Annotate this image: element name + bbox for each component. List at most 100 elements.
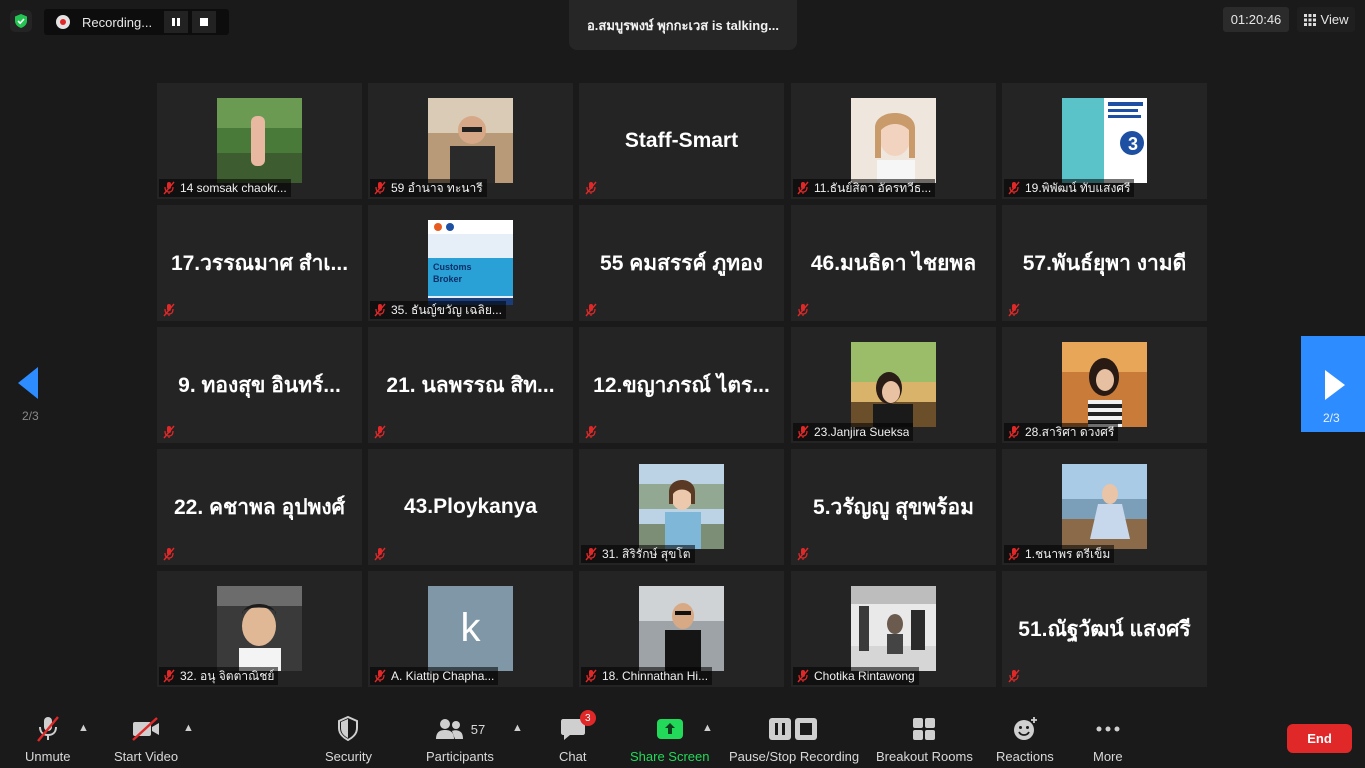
participant-tile[interactable]: 21. นลพรรณ สิท... [368,327,573,443]
participant-tile[interactable]: 9. ทองสุข อินทร์... [157,327,362,443]
participant-display-name: 46.มนธิดา ไชยพล [810,251,977,275]
participant-tile[interactable]: 55 คมสรรค์ ภูทอง [579,205,784,321]
muted-mic-icon [797,669,809,683]
muted-mic-icon [585,669,597,683]
share-options-caret-icon[interactable]: ▲ [702,722,713,734]
participant-name-tag: A. Kiattip Chapha... [370,667,499,685]
participant-video [851,342,936,427]
participant-tile[interactable]: 31. สิริรักษ์ สุขโต [579,449,784,565]
participant-tile[interactable]: 18. Chinnathan Hi... [579,571,784,687]
participant-tile[interactable]: 5.วรัญญู สุขพร้อม [791,449,996,565]
pause-icon [172,18,180,26]
participant-tile[interactable]: 17.วรรณมาศ สำเ... [157,205,362,321]
participants-caret-icon[interactable]: ▲ [512,722,523,734]
muted-mic-icon [374,181,386,195]
muted-mic-icon [374,669,386,683]
next-page-button[interactable]: 2/3 [1301,336,1365,432]
previous-page-button[interactable]: 2/3 [18,367,44,427]
chat-unread-badge: 3 [579,710,596,726]
participant-display-name: Staff-Smart [624,129,739,152]
reactions-button[interactable]: Reactions [996,714,1054,764]
participant-tile[interactable]: 22. คชาพล อุปพงศ์ [157,449,362,565]
pause-recording-button[interactable] [164,11,188,33]
stop-recording-button[interactable] [192,11,216,33]
participant-video: 3 [1062,98,1147,183]
muted-mic-icon [1008,425,1020,439]
avatar-letter: k [460,606,481,650]
participant-name-tag: 59 อำนาจ ทะนารี [370,179,487,197]
participant-video [1062,464,1147,549]
start-video-button[interactable]: Start Video [114,714,178,764]
participant-video [851,586,936,671]
meeting-timer: 01:20:46 [1223,7,1289,32]
participant-tile[interactable]: 51.ณัฐวัฒน์ แสงศรี [1002,571,1207,687]
security-button[interactable]: Security [325,714,372,764]
participant-tile[interactable]: 32. อนุ จิตตาณิชย์ [157,571,362,687]
pause-stop-recording-button[interactable]: Pause/Stop Recording [729,714,859,764]
participant-tile[interactable]: 46.มนธิดา ไชยพล [791,205,996,321]
participant-tile[interactable]: k A. Kiattip Chapha... [368,571,573,687]
top-bar: Recording... อ.สมบูรพงษ์ พุกกะเวส is tal… [0,0,1365,50]
participant-tile[interactable]: 1.ชนาพร ตรีเข็ม [1002,449,1207,565]
participant-tile[interactable]: 57.พันธ์ยุพา งามดี [1002,205,1207,321]
participant-tile[interactable]: 59 อำนาจ ทะนารี [368,83,573,199]
muted-mic-icon [585,303,597,317]
participant-tile[interactable]: 11.ธันย์สิตา อัครทวีธ... [791,83,996,199]
participant-name-tag [159,301,184,319]
chat-label: Chat [559,749,587,764]
participant-name: Chotika Rintawong [814,669,915,683]
participant-name-tag [581,423,606,441]
participant-video [217,586,302,671]
stop-icon [200,18,208,26]
chat-button[interactable]: 3 Chat [559,710,596,764]
participant-name-tag: 31. สิริรักษ์ สุขโต [581,545,695,563]
participant-display-name: 17.วรรณมาศ สำเ... [170,251,349,275]
participant-name: 31. สิริรักษ์ สุขโต [602,546,691,561]
view-button[interactable]: View [1297,7,1355,32]
participant-video: Customs Broker [428,220,513,305]
page-indicator-right: 2/3 [1323,411,1340,425]
muted-mic-icon [585,547,597,561]
muted-mic-icon [797,181,809,195]
participant-name-tag [370,423,395,441]
share-screen-icon [656,714,684,744]
audio-options-caret-icon[interactable]: ▲ [78,722,89,734]
participant-name: 1.ชนาพร ตรีเข็ม [1025,546,1111,561]
participant-tile[interactable]: Chotika Rintawong [791,571,996,687]
participant-tile[interactable]: 43.Ploykanya [368,449,573,565]
participants-button[interactable]: 57 Participants [426,714,494,764]
participant-tile[interactable]: 12.ขญาภรณ์ ไตร... [579,327,784,443]
participant-tile[interactable]: 23.Janjira Sueksa [791,327,996,443]
participants-icon: 57 [435,714,485,744]
active-speaker-banner: อ.สมบูรพงษ์ พุกกะเวส is talking... [569,0,797,50]
participant-name-tag: 11.ธันย์สิตา อัครทวีธ... [793,179,936,197]
ellipsis-icon [1095,714,1121,744]
participant-tile[interactable]: 14 somsak chaokr... [157,83,362,199]
video-options-caret-icon[interactable]: ▲ [183,722,194,734]
more-button[interactable]: More [1093,714,1123,764]
breakout-rooms-button[interactable]: Breakout Rooms [876,714,973,764]
muted-mic-icon [163,425,175,439]
muted-mic-icon [585,181,597,195]
security-shield-icon[interactable] [10,10,32,32]
participant-tile[interactable]: Staff-Smart [579,83,784,199]
participant-name: A. Kiattip Chapha... [391,669,495,683]
muted-mic-icon [585,425,597,439]
participant-name-tag [793,301,818,319]
participant-tile[interactable]: 3 19.พิพัฒน์ ทับแสงศรี [1002,83,1207,199]
chat-bubble-icon: 3 [560,710,596,744]
participant-name-tag: 32. อนุ จิตตาณิชย์ [159,667,279,685]
end-meeting-button[interactable]: End [1287,724,1352,753]
muted-mic-icon [163,303,175,317]
participant-name-tag: 28.สาริศา ดวงศรี [1004,423,1119,441]
participant-tile[interactable]: Customs Broker 35. ธันญ์ขวัญ เฉลิย... [368,205,573,321]
unmute-button[interactable]: Unmute [25,714,71,764]
participant-name-tag [159,545,184,563]
participant-video [1062,342,1147,427]
security-label: Security [325,749,372,764]
share-screen-button[interactable]: Share Screen [630,714,710,764]
participant-tile[interactable]: 28.สาริศา ดวงศรี [1002,327,1207,443]
video-off-icon [131,714,161,744]
muted-mic-icon [797,425,809,439]
participant-display-name: 12.ขญาภรณ์ ไตร... [593,373,770,397]
